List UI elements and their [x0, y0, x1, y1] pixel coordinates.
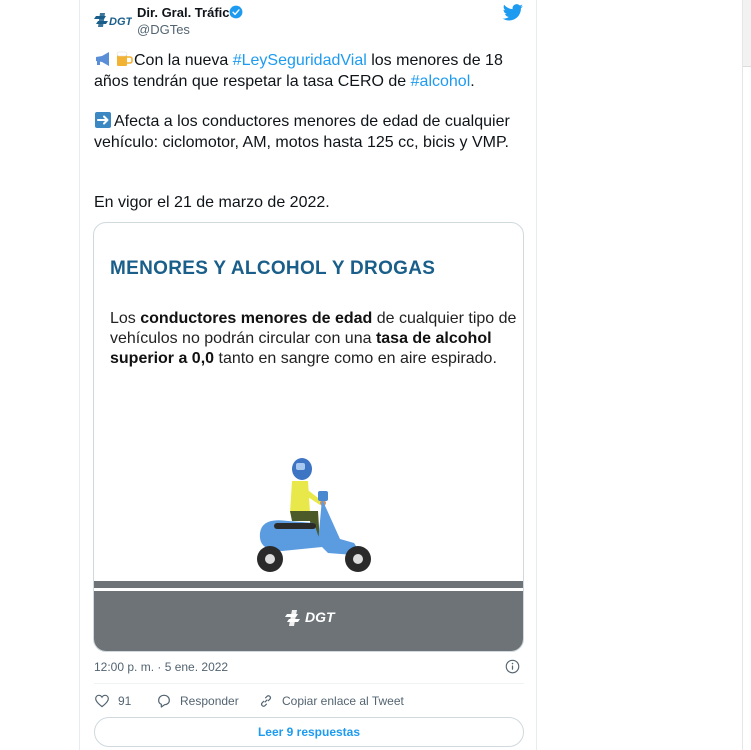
dgt-card-logo-icon [285, 610, 300, 626]
card-body-segment: tanto en sangre como en aire espirado. [214, 350, 497, 367]
timeline-border-left [79, 0, 80, 750]
tweet-actions: 91 Responder Copiar enlace al Tweet [94, 692, 524, 712]
scrollbar-track[interactable] [742, 0, 743, 750]
road-lane-line [94, 588, 523, 591]
tweet-paragraph-2: Afecta a los conductores menores de edad… [94, 111, 524, 153]
copy-link-button[interactable]: Copiar enlace al Tweet [258, 692, 404, 710]
hashtag-link-ley-seguridad-vial[interactable]: #LeySeguridadVial [233, 52, 367, 69]
card-body-bold: conductores menores de edad [140, 310, 373, 327]
like-button[interactable]: 91 [94, 692, 131, 710]
scooter-rider-illustration [257, 458, 371, 572]
svg-text:DGT: DGT [109, 16, 132, 28]
media-card[interactable]: MENORES Y ALCOHOL Y DROGAS Los conductor… [93, 222, 524, 652]
copy-link-label: Copiar enlace al Tweet [282, 694, 404, 708]
timeline-border-right [536, 0, 537, 750]
card-body-segment: Los [110, 310, 141, 327]
card-body: Los conductores menores de edad de cualq… [110, 309, 520, 369]
card-title: MENORES Y ALCOHOL Y DROGAS [110, 258, 436, 279]
megaphone-emoji-icon [96, 52, 109, 66]
reply-icon [158, 694, 170, 708]
author-name[interactable]: Dir. Gral. Tráfico [137, 5, 237, 20]
heart-icon [95, 694, 109, 708]
tweet-timestamp[interactable]: 12:00 p. m. · 5 ene. 2022 [94, 660, 228, 674]
tweet-paragraph-3: En vigor el 21 de marzo de 2022. [94, 194, 330, 211]
scrollbar-thumb[interactable] [743, 0, 751, 67]
hashtag-link-alcohol[interactable]: #alcohol [411, 73, 471, 90]
card-logo-text: DGT [305, 609, 335, 625]
read-replies-button[interactable]: Leer 9 respuestas [94, 717, 524, 747]
tweet-text-segment: Con la nueva [134, 52, 233, 69]
tweet-text-segment: Afecta a los conductores menores de edad… [94, 113, 510, 151]
beer-emoji-icon [116, 51, 133, 66]
info-icon[interactable] [505, 659, 520, 674]
reply-button[interactable]: Responder [156, 692, 239, 710]
dgt-logo-icon[interactable]: DGT [94, 10, 132, 30]
verified-badge-icon [229, 5, 243, 19]
tweet-paragraph-1: Con la nueva #LeySeguridadVial los menor… [94, 50, 524, 92]
arrow-right-emoji-icon [95, 112, 111, 128]
twitter-bird-icon[interactable] [502, 4, 524, 22]
like-count: 91 [118, 694, 132, 708]
author-handle[interactable]: @DGTes [137, 22, 190, 37]
reply-label: Responder [180, 694, 239, 708]
tweet-text-segment: . [470, 73, 475, 90]
divider [94, 683, 524, 684]
link-icon [261, 695, 271, 707]
tweet-header: DGT Dir. Gral. Tráfico @DGTes [94, 4, 524, 40]
